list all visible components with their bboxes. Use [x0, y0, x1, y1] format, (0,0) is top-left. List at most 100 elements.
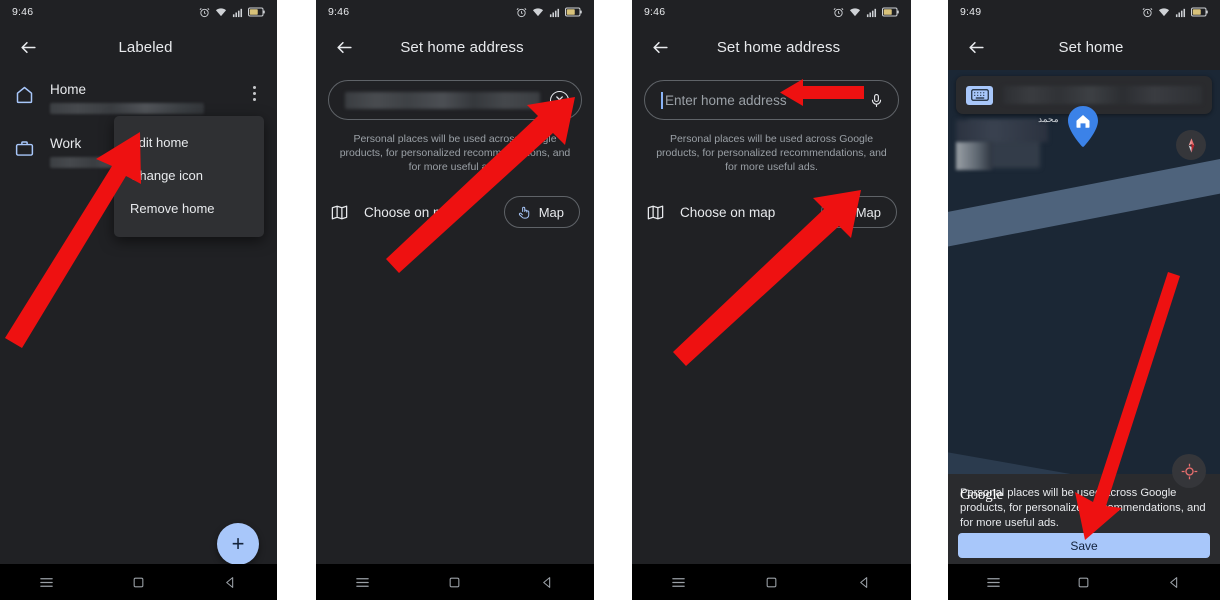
page-title: Set home address	[716, 38, 841, 56]
back-triangle-icon	[860, 576, 868, 588]
menu-item-change-icon[interactable]: Change icon	[114, 159, 264, 192]
list-item-home-body: Home	[44, 82, 241, 114]
status-icon-group	[199, 7, 265, 18]
menu-icon	[987, 577, 1000, 587]
more-vert-icon	[252, 92, 256, 95]
home-square-icon	[1079, 577, 1089, 587]
signal-icon	[866, 8, 877, 17]
menu-item-edit-home[interactable]: Edit home	[114, 126, 264, 159]
page-title: Set home	[1058, 38, 1124, 56]
android-nav-bar	[0, 564, 277, 600]
page-title: Set home address	[400, 38, 524, 56]
android-nav-bar	[948, 564, 1220, 600]
app-bar: Set home address	[316, 24, 594, 70]
map-view[interactable]: محمد Google	[948, 70, 1220, 512]
map-fold-icon	[647, 205, 664, 219]
nav-menu-button[interactable]	[26, 564, 66, 600]
work-icon-wrap	[14, 136, 44, 164]
microphone-button[interactable]	[866, 93, 886, 108]
map-fold-icon-wrap	[330, 203, 364, 222]
choose-on-map-row[interactable]: Choose on map Map	[330, 196, 580, 228]
signal-icon	[1175, 8, 1186, 17]
nav-home-button[interactable]	[435, 564, 475, 600]
nav-menu-button[interactable]	[342, 564, 382, 600]
clear-x-icon[interactable]: ✕	[550, 90, 569, 110]
redacted-address	[50, 103, 204, 114]
compass-icon[interactable]	[1176, 130, 1206, 160]
wifi-icon	[1158, 7, 1170, 16]
phone-panel-set-home-address-filled: 9:46 Set home address ✕ Personal places …	[316, 0, 594, 600]
touch-hand-icon	[835, 206, 846, 219]
signal-icon	[549, 8, 560, 17]
battery-icon	[882, 7, 899, 17]
back-triangle-icon	[543, 576, 551, 588]
redacted-address-value	[345, 91, 540, 109]
menu-item-remove-home[interactable]: Remove home	[114, 192, 264, 225]
battery-icon	[1191, 7, 1208, 17]
menu-icon	[39, 577, 53, 587]
context-menu: Edit home Change icon Remove home	[114, 116, 264, 237]
choose-on-map-row[interactable]: Choose on map Map	[646, 196, 897, 228]
more-vert-icon	[252, 86, 256, 89]
menu-icon	[356, 577, 369, 587]
map-street-label: محمد	[1038, 114, 1059, 124]
touch-hand-icon	[518, 206, 529, 219]
status-bar: 9:46	[316, 0, 594, 24]
back-triangle-icon	[1170, 576, 1178, 588]
map-chip-label: Map	[538, 204, 564, 220]
battery-icon	[248, 7, 265, 17]
nav-home-button[interactable]	[752, 564, 792, 600]
save-button-label: Save	[1070, 538, 1098, 553]
app-bar: Labeled	[0, 24, 277, 70]
signal-icon	[232, 8, 243, 17]
keyboard-icon[interactable]	[966, 85, 993, 105]
nav-back-button[interactable]	[528, 564, 568, 600]
wifi-icon	[849, 7, 861, 16]
status-icon-group	[1142, 7, 1208, 18]
nav-back-button[interactable]	[211, 564, 251, 600]
screenshot-stage: 9:46 Labeled Home Work Edit home Change …	[0, 0, 1220, 600]
home-address-placeholder: Enter home address	[661, 91, 866, 109]
map-chip-label: Map	[855, 204, 881, 220]
wifi-icon	[215, 7, 227, 16]
microphone-icon	[871, 93, 881, 107]
alarm-icon	[516, 7, 527, 17]
nav-home-button[interactable]	[118, 564, 158, 600]
my-location-button[interactable]	[1172, 454, 1206, 488]
alarm-icon	[833, 7, 844, 17]
more-vert-icon	[252, 98, 256, 101]
map-chip-button[interactable]: Map	[503, 196, 580, 228]
google-watermark: Google	[960, 487, 1003, 503]
page-title: Labeled	[118, 38, 173, 56]
phone-panel-set-home-address-empty: 9:46 Set home address Enter home address…	[632, 0, 911, 600]
home-pin-icon	[1066, 105, 1100, 148]
personal-places-disclaimer: Personal places will be used across Goog…	[339, 133, 571, 173]
menu-icon	[672, 577, 685, 587]
nav-back-button[interactable]	[1155, 564, 1195, 600]
choose-on-map-label: Choose on map	[680, 204, 776, 220]
wifi-icon	[532, 7, 544, 16]
nav-menu-button[interactable]	[973, 564, 1013, 600]
save-button[interactable]: Save	[958, 533, 1210, 558]
status-clock: 9:49	[960, 6, 982, 18]
nav-menu-button[interactable]	[659, 564, 699, 600]
android-nav-bar	[632, 564, 911, 600]
list-item-label: Home	[50, 82, 87, 97]
phone-panel-set-home-map: 9:49 Set home محمد Google Personal place…	[948, 0, 1220, 600]
work-briefcase-icon	[15, 141, 34, 156]
add-label-fab[interactable]: +	[217, 523, 259, 565]
overflow-menu-button[interactable]	[241, 82, 267, 101]
map-chip-button[interactable]: Map	[820, 196, 897, 228]
back-triangle-icon	[226, 576, 234, 588]
status-bar: 9:46	[632, 0, 911, 24]
alarm-icon	[1142, 7, 1153, 17]
home-square-icon	[133, 577, 144, 587]
status-clock: 9:46	[644, 6, 666, 18]
nav-back-button[interactable]	[845, 564, 885, 600]
home-icon	[16, 86, 33, 104]
home-address-input[interactable]: Enter home address	[644, 80, 899, 120]
app-bar: Set home address	[632, 24, 911, 70]
home-address-input[interactable]: ✕	[328, 80, 582, 120]
nav-home-button[interactable]	[1064, 564, 1104, 600]
status-bar: 9:49	[948, 0, 1220, 24]
